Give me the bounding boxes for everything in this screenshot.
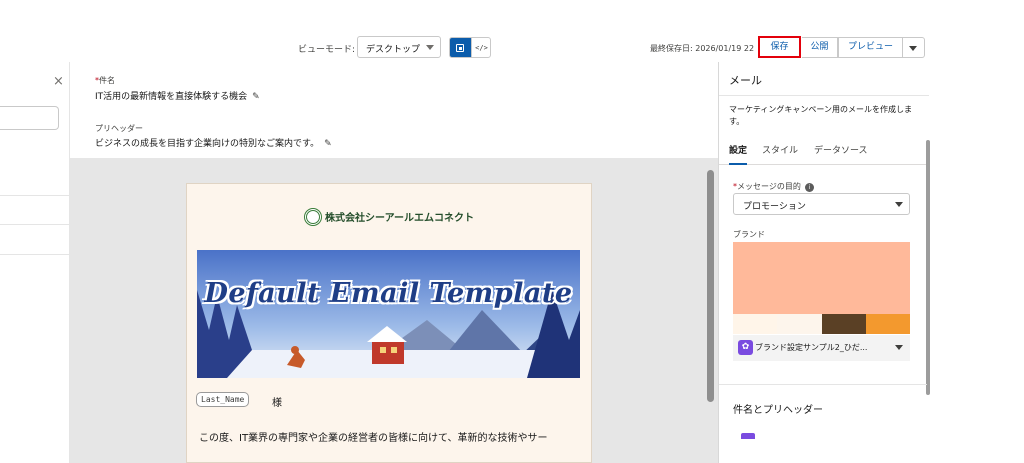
chevron-down-icon (909, 46, 917, 51)
company-logo: 株式会社シーアールエムコネクト (304, 206, 474, 228)
close-icon[interactable]: × (53, 74, 64, 89)
palette-swatch (733, 314, 778, 334)
salutation-text: 様 (272, 398, 282, 409)
brand-palette (733, 314, 910, 334)
pencil-icon[interactable]: ✎ (324, 139, 332, 149)
divider (0, 224, 70, 225)
banner-image[interactable]: Default Email Template (197, 250, 580, 378)
brand-label: ブランド (733, 230, 765, 239)
pencil-icon[interactable]: ✎ (252, 92, 260, 102)
preheader-label: プリヘッダー (95, 124, 143, 133)
tab-settings[interactable]: 設定 (729, 144, 748, 165)
panel-title: メール (729, 74, 762, 87)
tab-style[interactable]: スタイル (762, 144, 798, 165)
chevron-down-icon (426, 45, 434, 50)
publish-button[interactable]: 公開 (802, 37, 838, 58)
merge-field-tag[interactable]: Last_Name (196, 392, 250, 407)
purpose-label: *メッセージの目的 i (733, 181, 814, 192)
brand-select[interactable]: ✿ ブランド設定サンプル2_ひだ... (733, 335, 910, 361)
view-mode-value: デスクトップ (366, 45, 421, 55)
desktop-view-button[interactable] (450, 38, 471, 57)
last-saved-text: 最終保存日: 2026/01/19 22:31 (650, 44, 755, 53)
preheader-text: ビジネスの成長を目指す企業向けの特別なご案内です。 (95, 139, 320, 149)
divider (719, 384, 927, 385)
subject-value[interactable]: IT活用の最新情報を直接体験する機会 ✎ (95, 89, 260, 102)
view-mode-select[interactable]: デスクトップ (357, 36, 441, 58)
panel-tabs: 設定 スタイル データソース (719, 144, 929, 165)
subject-label-text: 件名 (99, 76, 115, 85)
subject-label: *件名 (95, 75, 115, 86)
palette-swatch (777, 314, 822, 334)
page-margin (930, 0, 1024, 463)
brand-value: ブランド設定サンプル2_ひだ... (755, 343, 868, 352)
banner-illustration (197, 250, 580, 378)
banner-title: Default Email Template (204, 278, 573, 309)
subject-text: IT活用の最新情報を直接体験する機会 (95, 92, 248, 102)
left-sidebar: × (0, 62, 70, 463)
info-icon[interactable]: i (804, 183, 814, 192)
palette-icon: ✿ (738, 340, 753, 355)
sidebar-search-input[interactable] (0, 106, 59, 130)
panel-description: マーケティングキャンペーン用のメールを作成します。 (729, 105, 912, 126)
palette-swatch (865, 314, 910, 334)
section-icon (741, 433, 755, 439)
company-name: 株式会社シーアールエムコネクト (325, 213, 474, 224)
chevron-down-icon (895, 202, 903, 207)
editor-mode-toggle: </> (449, 37, 491, 58)
top-toolbar: ビューモード: デスクトップ </> 最終保存日: 2026/01/19 22:… (0, 0, 1024, 62)
purpose-select[interactable]: プロモーション (733, 193, 910, 215)
divider (0, 254, 70, 255)
brand-primary-swatch (733, 242, 910, 314)
purpose-value: プロモーション (743, 202, 806, 212)
chevron-down-icon (895, 345, 903, 350)
divider (719, 95, 929, 96)
divider (0, 195, 70, 196)
more-actions-button[interactable] (903, 37, 925, 58)
tab-data-source[interactable]: データソース (814, 144, 868, 165)
email-body-text[interactable]: この度、IT業界の専門家や企業の経営者の皆様に向けて、革新的な技術やサー (199, 429, 584, 444)
desktop-icon (456, 44, 464, 52)
logo-seal-icon (304, 207, 322, 226)
section-subject-preheader-title[interactable]: 件名とプリヘッダー (733, 401, 823, 416)
purpose-label-text: メッセージの目的 (737, 182, 801, 191)
canvas-scrollbar[interactable] (707, 170, 714, 402)
code-view-button[interactable]: </> (471, 38, 490, 57)
palette-swatch (821, 314, 866, 334)
code-icon: </> (475, 44, 488, 52)
preview-button[interactable]: プレビュー (838, 37, 903, 58)
view-mode-label: ビューモード: (298, 45, 356, 55)
save-button[interactable]: 保存 (758, 36, 801, 58)
preheader-value[interactable]: ビジネスの成長を目指す企業向けの特別なご案内です。 ✎ (95, 136, 332, 149)
